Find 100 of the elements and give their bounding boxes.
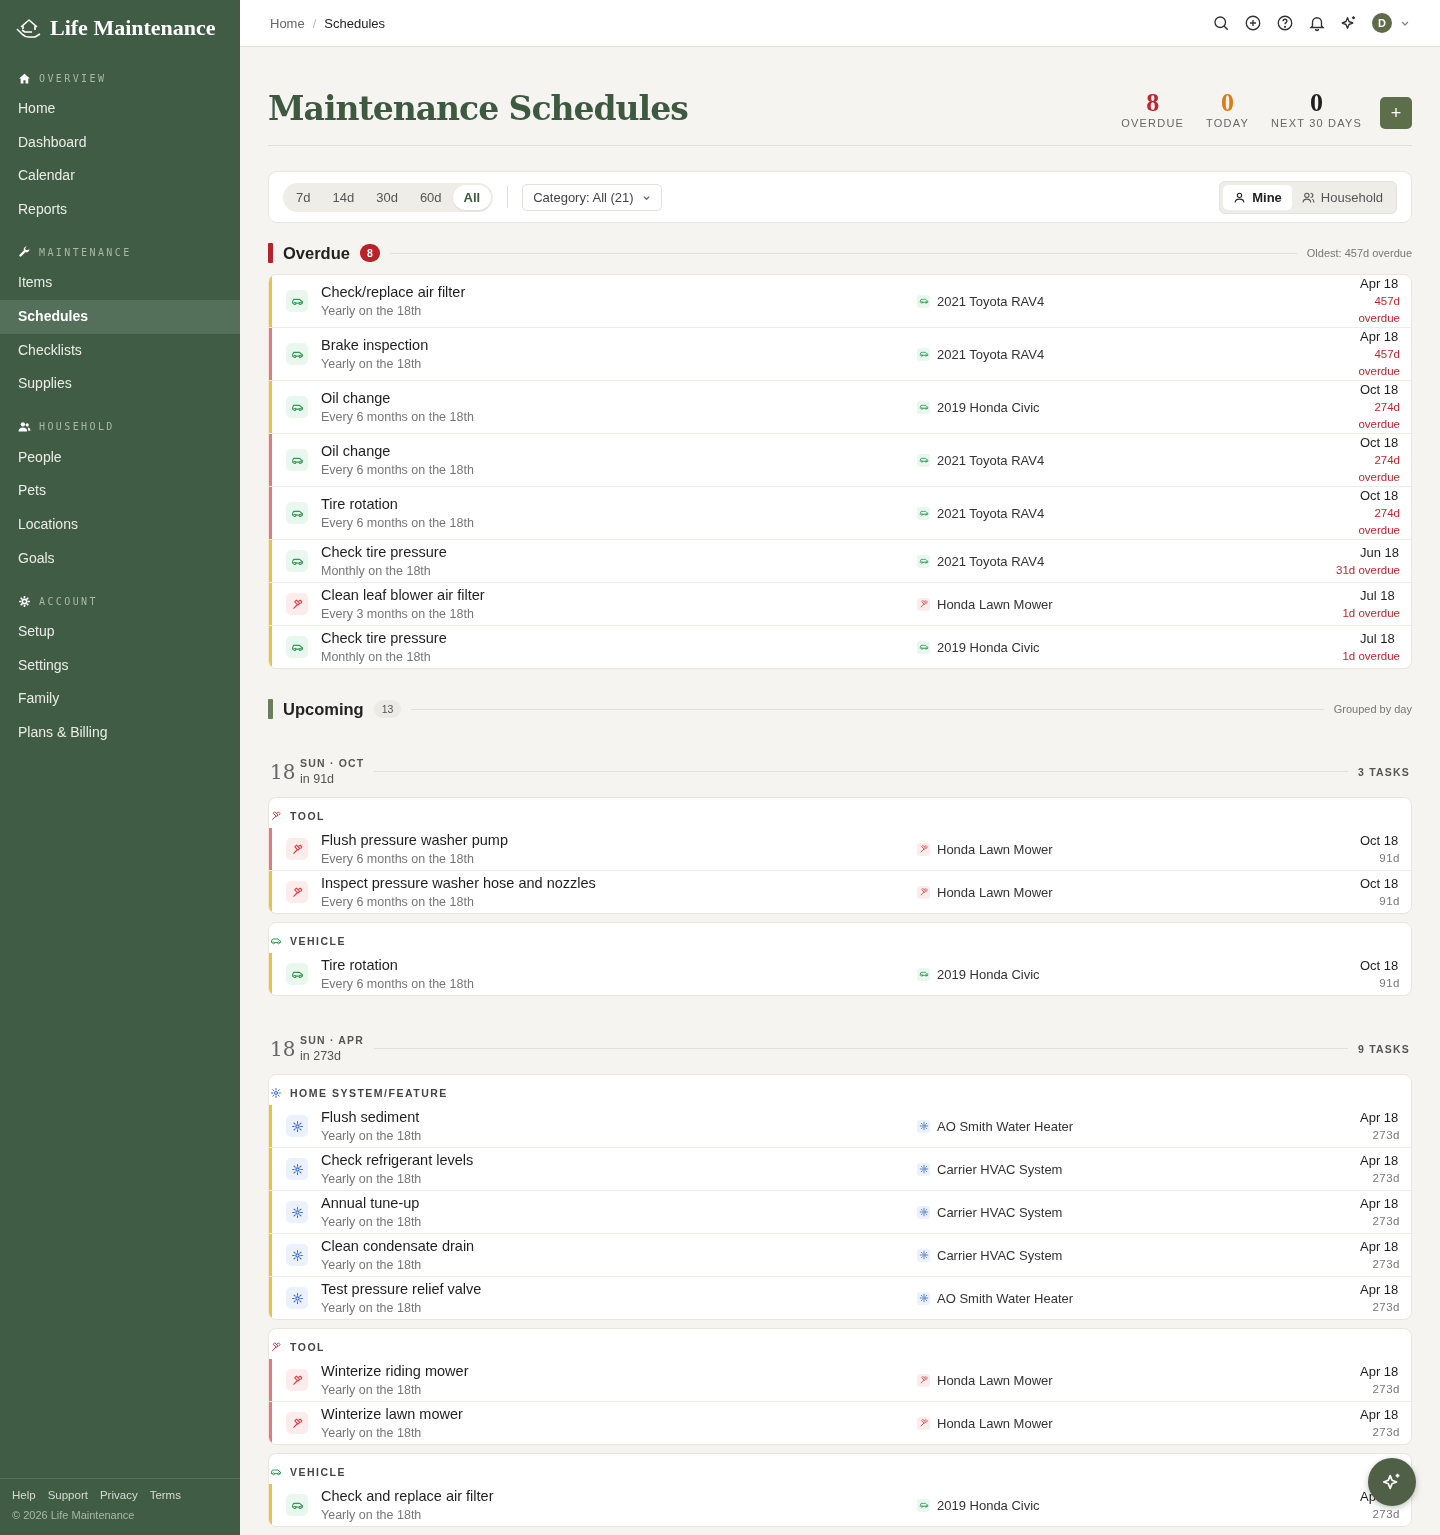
relative-time: in 273d — [300, 1049, 342, 1063]
section-note: Oldest: 457d overdue — [1306, 247, 1412, 259]
add-circle-icon[interactable] — [1244, 14, 1262, 32]
car-icon — [917, 967, 930, 981]
sidebar-item[interactable]: Dashboard — [0, 125, 240, 160]
sidebar-item[interactable]: People — [0, 440, 240, 475]
sidebar-item[interactable]: Schedules — [0, 299, 240, 334]
person-icon — [1233, 190, 1247, 204]
asset-name[interactable]: 2019 Honda Civic — [937, 966, 1040, 982]
task-title[interactable]: Check tire pressure — [321, 628, 917, 648]
category-dropdown[interactable]: Category: All (21) — [522, 183, 662, 211]
sidebar-item[interactable]: Pets — [0, 474, 240, 508]
car-icon — [270, 1466, 282, 1478]
asset-name[interactable]: AO Smith Water Heater — [937, 1290, 1074, 1306]
footer-link[interactable]: Help — [12, 1489, 36, 1501]
range-tab[interactable]: 60d — [408, 184, 453, 210]
asset-name[interactable]: 2021 Toyota RAV4 — [937, 553, 1045, 569]
car-icon — [917, 347, 930, 361]
sidebar-item[interactable]: Locations — [0, 507, 240, 542]
task-title[interactable]: Check/replace air filter — [321, 282, 917, 302]
due-status: 91d — [1379, 975, 1400, 991]
section-marker — [268, 699, 273, 719]
sidebar-item[interactable]: Supplies — [0, 367, 240, 401]
asset-name[interactable]: 2021 Toyota RAV4 — [937, 505, 1045, 521]
range-tab[interactable]: 30d — [365, 184, 409, 210]
asset-name[interactable]: Honda Lawn Mower — [937, 596, 1053, 612]
stat-value: 0 — [1221, 89, 1234, 117]
task-title[interactable]: Brake inspection — [321, 335, 917, 355]
task-title[interactable]: Check refrigerant levels — [321, 1150, 917, 1170]
gear-icon — [286, 1115, 308, 1137]
sidebar-item[interactable]: Reports — [0, 192, 240, 227]
breadcrumb-separator: / — [312, 15, 317, 31]
task-title[interactable]: Check and replace air filter — [321, 1486, 917, 1506]
footer-link[interactable]: Terms — [149, 1489, 181, 1501]
task-title[interactable]: Annual tune-up — [321, 1193, 917, 1213]
task-title[interactable]: Clean leaf blower air filter — [321, 585, 917, 605]
people-icon — [1301, 190, 1315, 204]
footer-link[interactable]: Support — [47, 1489, 88, 1501]
add-button[interactable]: + — [1380, 97, 1412, 129]
task-title[interactable]: Flush pressure washer pump — [321, 830, 917, 850]
car-icon — [286, 502, 308, 524]
recurrence-text: Every 3 months on the 18th — [321, 606, 475, 623]
asset-name[interactable]: 2021 Toyota RAV4 — [937, 452, 1045, 468]
sidebar-item[interactable]: Settings — [0, 648, 240, 683]
scope-tab[interactable]: Household — [1291, 184, 1393, 210]
count-badge: 13 — [373, 700, 402, 718]
asset-name[interactable]: 2019 Honda Civic — [937, 399, 1040, 415]
due-status: 91d — [1379, 850, 1400, 866]
asset-name[interactable]: 2021 Toyota RAV4 — [937, 293, 1045, 309]
sidebar-item[interactable]: Items — [0, 266, 240, 300]
sidebar-item[interactable]: Setup — [0, 615, 240, 649]
range-tab[interactable]: All — [452, 184, 492, 210]
asset-name[interactable]: Honda Lawn Mower — [937, 841, 1053, 857]
help-icon[interactable] — [1276, 14, 1294, 32]
task-title[interactable]: Oil change — [321, 388, 917, 408]
user-avatar[interactable]: D — [1372, 13, 1392, 33]
sidebar-item[interactable]: Goals — [0, 541, 240, 576]
asset-name[interactable]: Carrier HVAC System — [937, 1247, 1063, 1263]
due-date: Apr 18 — [1360, 1362, 1400, 1381]
recurrence-text: Yearly on the 18th — [321, 1425, 423, 1442]
category-heading: TOOL — [290, 810, 325, 822]
car-icon — [286, 396, 308, 418]
breadcrumb-link[interactable]: Home — [270, 15, 305, 31]
task-title[interactable]: Check tire pressure — [321, 542, 917, 562]
recurrence-text: Yearly on the 18th — [321, 1507, 423, 1524]
task-title[interactable]: Winterize lawn mower — [321, 1404, 917, 1424]
asset-name[interactable]: Honda Lawn Mower — [937, 1415, 1053, 1431]
task-title[interactable]: Oil change — [321, 441, 917, 461]
asset-name[interactable]: Carrier HVAC System — [937, 1161, 1063, 1177]
asset-name[interactable]: Honda Lawn Mower — [937, 1372, 1053, 1388]
bell-icon[interactable] — [1308, 14, 1326, 32]
task-title[interactable]: Flush sediment — [321, 1107, 917, 1127]
range-tab[interactable]: 14d — [321, 184, 366, 210]
sparkles-icon[interactable] — [1340, 14, 1358, 32]
footer-link[interactable]: Privacy — [99, 1489, 138, 1501]
sidebar-item[interactable]: Home — [0, 92, 240, 126]
sidebar-item[interactable]: Calendar — [0, 159, 240, 193]
task-title[interactable]: Tire rotation — [321, 494, 917, 514]
scope-tab[interactable]: Mine — [1223, 184, 1292, 210]
task-title[interactable]: Inspect pressure washer hose and nozzles — [321, 873, 917, 893]
asset-name[interactable]: 2021 Toyota RAV4 — [937, 346, 1045, 362]
sidebar-item[interactable]: Family — [0, 682, 240, 716]
asset-name[interactable]: 2019 Honda Civic — [937, 1497, 1040, 1513]
asset-name[interactable]: 2019 Honda Civic — [937, 639, 1040, 655]
asset-name[interactable]: Carrier HVAC System — [937, 1204, 1063, 1220]
sidebar-item[interactable]: Plans & Billing — [0, 715, 240, 750]
search-icon[interactable] — [1212, 14, 1230, 32]
task-title[interactable]: Tire rotation — [321, 955, 917, 975]
gear-icon — [917, 1291, 930, 1305]
sidebar-item[interactable]: Checklists — [0, 333, 240, 368]
task-title[interactable]: Winterize riding mower — [321, 1361, 917, 1381]
asset-name[interactable]: AO Smith Water Heater — [937, 1118, 1074, 1134]
app-logo[interactable]: Life Maintenance — [50, 15, 216, 41]
task-title[interactable]: Test pressure relief valve — [321, 1279, 917, 1299]
recurrence-text: Yearly on the 18th — [321, 1128, 423, 1145]
asset-name[interactable]: Honda Lawn Mower — [937, 884, 1053, 900]
task-title[interactable]: Clean condensate drain — [321, 1236, 917, 1256]
range-tab[interactable]: 7d — [285, 184, 322, 210]
stat-label: OVERDUE — [1121, 117, 1185, 129]
car-icon — [286, 636, 308, 658]
